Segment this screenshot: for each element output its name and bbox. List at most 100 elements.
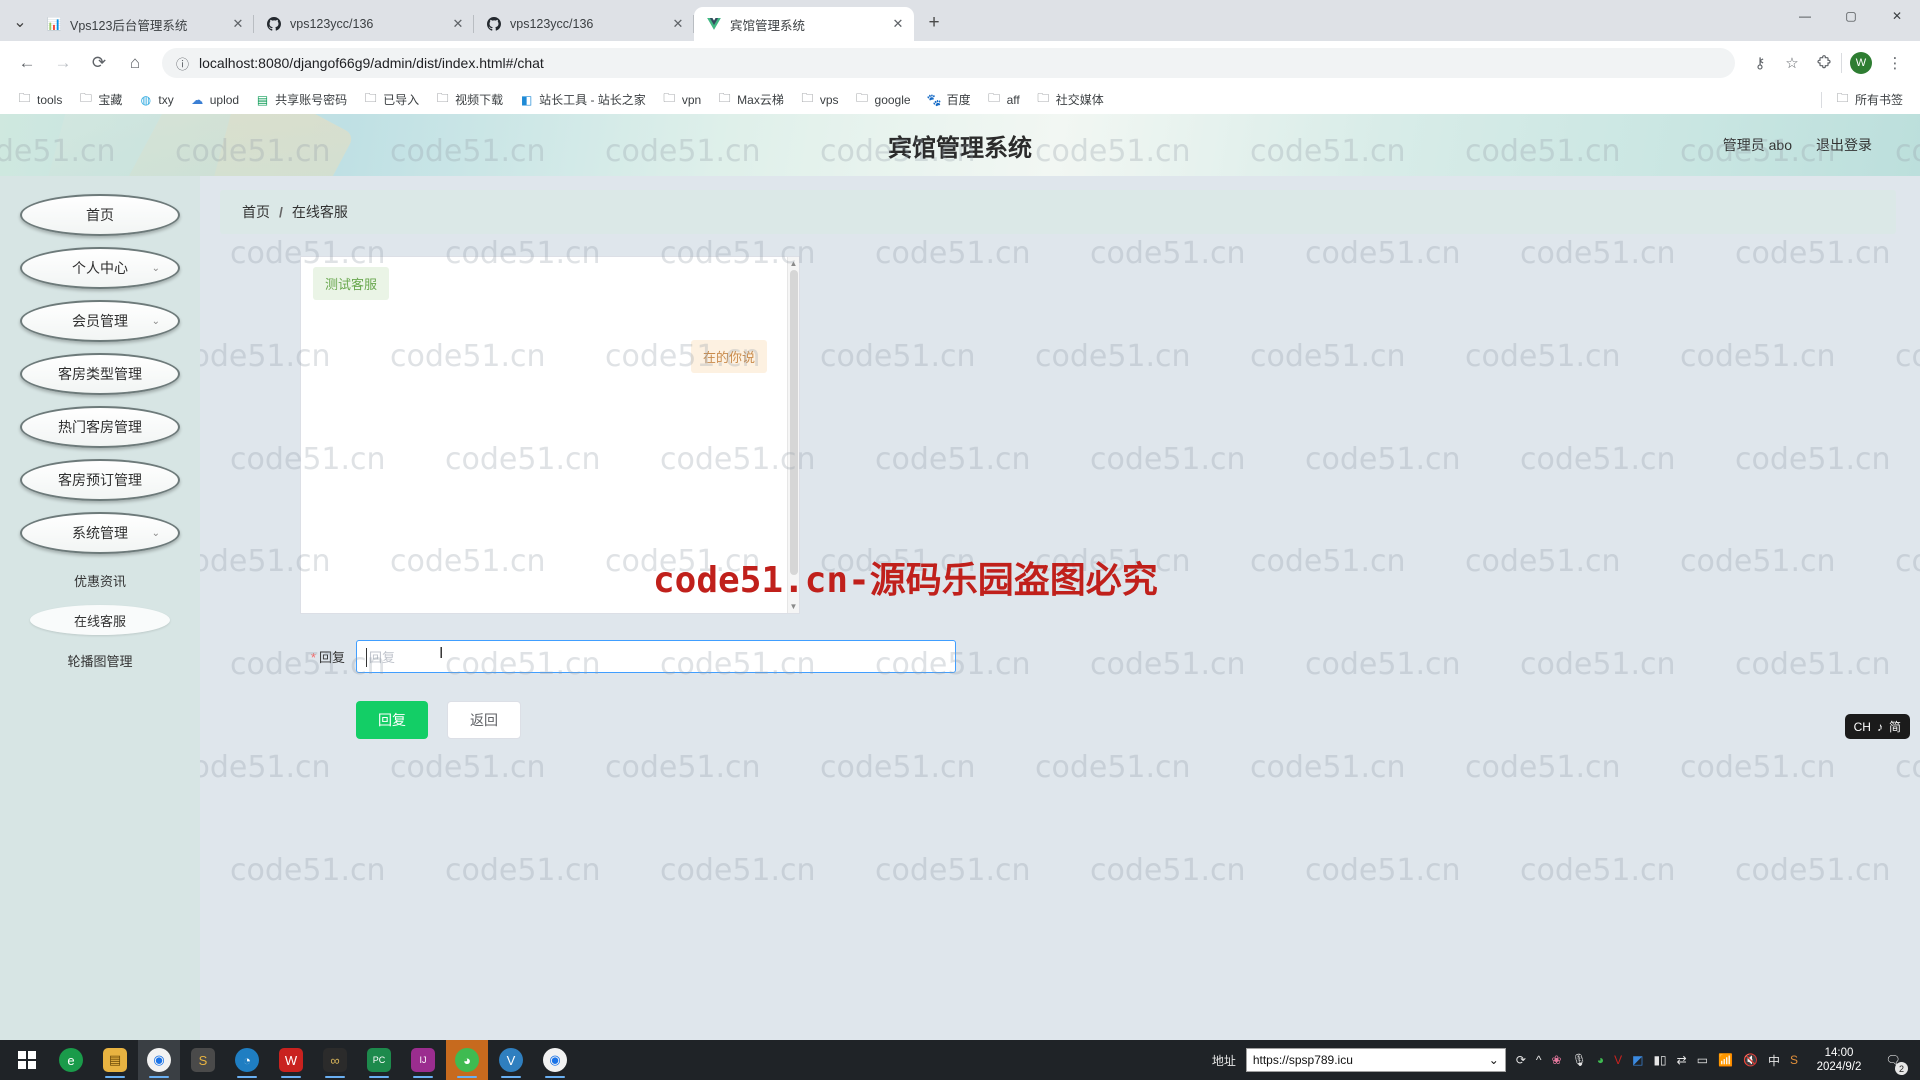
- page-viewport: code51.cncode51.cncode51.cncode51.cncode…: [0, 114, 1920, 1040]
- avatar[interactable]: W: [1850, 52, 1872, 74]
- browser-tab-active[interactable]: 宾馆管理系统 ✕: [694, 7, 914, 41]
- blue-app-icon[interactable]: ◩: [1632, 1053, 1643, 1067]
- taskbar-idea-icon[interactable]: IJ: [402, 1040, 444, 1080]
- wifi-icon[interactable]: 📶: [1718, 1053, 1733, 1067]
- chevron-down-icon: ⌄: [151, 527, 160, 539]
- back-icon[interactable]: ←: [10, 46, 44, 80]
- window-close-icon[interactable]: ✕: [1874, 0, 1920, 32]
- sidebar-item-hot-room-management[interactable]: 热门客房管理: [20, 406, 180, 448]
- bookmark-item[interactable]: 🗀 vpn: [655, 90, 708, 110]
- sidebar-item-room-booking-management[interactable]: 客房预订管理: [20, 459, 180, 501]
- sidebar-subitem-promotions[interactable]: 优惠资讯: [30, 565, 170, 595]
- folder-icon: 🗀: [988, 91, 1001, 105]
- taskbar-explorer-icon[interactable]: ▤: [94, 1040, 136, 1080]
- logout-link[interactable]: 退出登录: [1816, 135, 1872, 155]
- taskbar-wps-icon[interactable]: W: [270, 1040, 312, 1080]
- battery-icon[interactable]: ▭: [1697, 1053, 1708, 1067]
- taskbar-wechat-icon[interactable]: ◕: [446, 1040, 488, 1080]
- bookmark-item[interactable]: ◧ 站长工具 - 站长之家: [512, 88, 653, 111]
- sidebar-item-member-management[interactable]: 会员管理 ⌄: [20, 300, 180, 342]
- bookmark-item[interactable]: ▤ 共享账号密码: [248, 88, 354, 111]
- browser-tab[interactable]: 📊 Vps123后台管理系统 ✕: [34, 7, 254, 41]
- maximize-icon[interactable]: ▢: [1828, 0, 1874, 32]
- bookmark-item[interactable]: 🗀 google: [848, 90, 918, 110]
- bookmark-label: aff: [1006, 92, 1020, 107]
- browser-tab[interactable]: vps123ycc/136 ✕: [474, 7, 694, 41]
- back-button[interactable]: 返回: [447, 701, 521, 739]
- bookmark-star-icon[interactable]: ☆: [1777, 48, 1807, 78]
- sidebar-item-room-type-management[interactable]: 客房类型管理: [20, 353, 180, 395]
- bookmark-item[interactable]: 🗀 aff: [980, 90, 1027, 110]
- reply-input[interactable]: 回复 I: [356, 640, 956, 673]
- close-icon[interactable]: ✕: [890, 16, 906, 32]
- chart-icon: 📊: [46, 17, 62, 31]
- reload-icon[interactable]: ⟳: [82, 46, 116, 80]
- bookmark-item[interactable]: 🗀 社交媒体: [1029, 88, 1111, 111]
- breadcrumb-home[interactable]: 首页: [242, 202, 270, 222]
- microphone-icon[interactable]: 🎙: [1572, 1053, 1587, 1067]
- close-icon[interactable]: ✕: [450, 16, 466, 32]
- new-tab-button[interactable]: +: [920, 9, 948, 37]
- close-icon[interactable]: ✕: [670, 16, 686, 32]
- taskbar-pycharm-icon[interactable]: PC: [358, 1040, 400, 1080]
- sidebar-item-system-management[interactable]: 系统管理 ⌄: [20, 512, 180, 554]
- taskbar-navicat-icon[interactable]: ∞: [314, 1040, 356, 1080]
- notification-center-button[interactable]: 🗨 2: [1880, 1047, 1908, 1075]
- sidebar-subitem-carousel-management[interactable]: 轮播图管理: [30, 645, 170, 675]
- home-icon[interactable]: ⌂: [118, 46, 152, 80]
- taskbar-yy-icon[interactable]: V: [490, 1040, 532, 1080]
- taskbar-clock[interactable]: 14:00 2024/9/2: [1808, 1046, 1870, 1075]
- contact-icon[interactable]: ◕: [1597, 1053, 1604, 1067]
- bookmark-item[interactable]: ◍ txy: [131, 90, 180, 110]
- forward-icon[interactable]: →: [46, 46, 80, 80]
- bookmark-item[interactable]: 🗀 宝藏: [71, 88, 129, 111]
- folder-icon: 🗀: [718, 91, 731, 105]
- volume-mute-icon[interactable]: 🔇: [1743, 1053, 1758, 1067]
- sidebar-item-personal-center[interactable]: 个人中心 ⌄: [20, 247, 180, 289]
- tab-search-icon[interactable]: ⌄: [6, 7, 34, 37]
- bookmark-item[interactable]: 🗀 Max云梯: [710, 88, 791, 111]
- folder-icon: 🗀: [18, 91, 31, 105]
- sogou-icon[interactable]: S: [1790, 1053, 1798, 1067]
- sidebar-item-label: 首页: [86, 207, 114, 223]
- submit-reply-button[interactable]: 回复: [356, 701, 428, 739]
- ime-indicator[interactable]: CH ♪ 简: [1844, 714, 1910, 739]
- bookmark-item[interactable]: 🗀 tools: [10, 90, 69, 110]
- sidebar-item-home[interactable]: 首页: [20, 194, 180, 236]
- browser-tab[interactable]: vps123ycc/136 ✕: [254, 7, 474, 41]
- bookmark-item[interactable]: 🗀 已导入: [356, 88, 426, 111]
- bookmark-item[interactable]: 🗀 vps: [793, 90, 846, 110]
- minimize-icon[interactable]: —: [1782, 0, 1828, 32]
- close-icon[interactable]: ✕: [230, 16, 246, 32]
- taskbar-edge-icon[interactable]: ◔: [226, 1040, 268, 1080]
- taskbar-ie-icon[interactable]: e: [50, 1040, 92, 1080]
- v-app-icon[interactable]: V: [1614, 1053, 1622, 1067]
- scrollbar-thumb[interactable]: [790, 270, 798, 575]
- bookmark-item[interactable]: ☁ uplod: [183, 90, 246, 110]
- all-bookmarks-area: 🗀 所有书签: [1820, 88, 1910, 111]
- metrics-icon[interactable]: ▮▯: [1653, 1053, 1666, 1067]
- bookmark-item[interactable]: 🐾 百度: [920, 88, 978, 111]
- extensions-icon[interactable]: [1809, 48, 1839, 78]
- bookmarks-divider: [1820, 91, 1822, 108]
- all-bookmarks-button[interactable]: 🗀 所有书签: [1828, 88, 1910, 111]
- scroll-up-icon[interactable]: ▲: [788, 257, 799, 270]
- sidebar-subitem-online-service[interactable]: 在线客服: [30, 605, 170, 635]
- network-transfer-icon[interactable]: ⇄: [1677, 1053, 1687, 1067]
- folder-icon: 🗀: [856, 91, 869, 105]
- password-key-icon[interactable]: ⚷: [1745, 48, 1775, 78]
- chevron-down-icon[interactable]: ⌄: [1489, 1053, 1499, 1067]
- start-button[interactable]: [6, 1040, 48, 1080]
- taskbar-chrome2-icon[interactable]: ◉: [534, 1040, 576, 1080]
- taskbar-sublime-icon[interactable]: S: [182, 1040, 224, 1080]
- flower-app-icon[interactable]: ❀: [1552, 1053, 1562, 1067]
- bookmark-item[interactable]: 🗀 视频下载: [428, 88, 510, 111]
- taskbar-address-input[interactable]: https://spsp789.icu ⌄: [1245, 1048, 1506, 1072]
- taskbar-chrome-icon[interactable]: ◉: [138, 1040, 180, 1080]
- ime-chinese-icon[interactable]: 中: [1768, 1052, 1780, 1069]
- chrome-menu-icon[interactable]: ⋮: [1880, 48, 1910, 78]
- site-info-icon[interactable]: ⓘ: [176, 54, 189, 73]
- refresh-icon[interactable]: ⟳: [1516, 1053, 1526, 1067]
- tray-expand-icon[interactable]: ^: [1536, 1053, 1542, 1067]
- address-bar[interactable]: ⓘ localhost:8080/djangof66g9/admin/dist/…: [162, 48, 1735, 78]
